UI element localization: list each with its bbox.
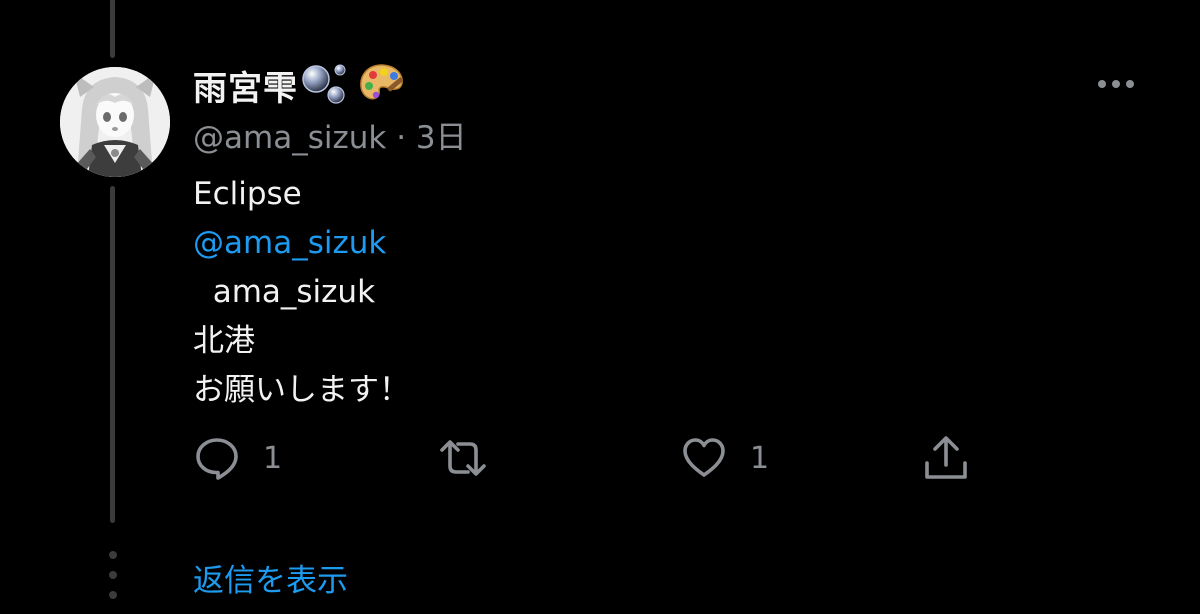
more-button[interactable]: [1094, 74, 1138, 94]
reply-count: 1: [263, 440, 283, 476]
mention-link[interactable]: @ama_sizuk: [193, 223, 386, 263]
more-icon: [1098, 80, 1134, 88]
display-name[interactable]: 雨宮雫: [193, 61, 298, 110]
tweet-text-line: Eclipse: [193, 176, 302, 212]
reply-icon: [196, 438, 238, 480]
retweet-button[interactable]: [438, 432, 510, 484]
timestamp[interactable]: 3日: [416, 120, 467, 156]
palette-emoji: [358, 62, 406, 108]
separator: ·: [396, 120, 407, 156]
like-count: 1: [750, 440, 770, 476]
show-replies-link[interactable]: 返信を表示: [193, 555, 348, 600]
tweet-text-line: 北港: [193, 323, 255, 359]
display-name-row: 雨宮雫: [193, 61, 406, 110]
heart-icon: [683, 438, 725, 477]
tweet-text-line: お願いします！: [193, 372, 410, 408]
thread-line: [110, 186, 115, 523]
thread-line-top: [110, 0, 115, 58]
tweet-text-line: ama_sizuk: [193, 274, 376, 310]
avatar[interactable]: [60, 67, 170, 177]
bubbles-emoji: [302, 61, 354, 109]
like-button[interactable]: 1: [680, 432, 769, 484]
reply-button[interactable]: 1: [193, 432, 282, 484]
handle[interactable]: @ama_sizuk: [193, 120, 386, 156]
thread-more-dots: [108, 551, 118, 601]
share-button[interactable]: [921, 432, 993, 484]
handle-row: @ama_sizuk · 3日: [193, 112, 467, 157]
retweet-icon: [440, 440, 486, 476]
share-icon: [925, 436, 967, 479]
